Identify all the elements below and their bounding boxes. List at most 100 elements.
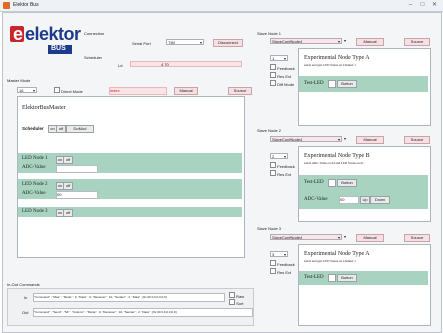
slave-2-down-button[interactable]: Down bbox=[370, 196, 390, 204]
maximize-button[interactable]: □ bbox=[417, 1, 428, 9]
master-scheduler-off[interactable]: off bbox=[56, 125, 66, 133]
led-node-1-label: LED Node 1 bbox=[22, 156, 48, 161]
sort-label: Sort bbox=[236, 301, 244, 306]
master-default-button[interactable]: DoMod bbox=[66, 125, 94, 133]
window-title: Elektor Bus bbox=[13, 2, 39, 8]
scheduler-label: Ld bbox=[118, 63, 123, 68]
chevron-down-icon: ▾ bbox=[344, 234, 347, 239]
slave-1-resext-label: Res Ext bbox=[277, 74, 292, 79]
slave-3-led-row: Test-LED Button bbox=[299, 271, 428, 285]
slave-1-addr-select[interactable]: 1 ▾ bbox=[270, 55, 288, 61]
sort-checkbox[interactable] bbox=[229, 299, 235, 305]
app-icon bbox=[3, 2, 10, 9]
slave-3-desc: sends and gets LED Status on Channel 1 bbox=[304, 259, 356, 263]
slave-2-select[interactable]: SlaveConfNode4 ▾ bbox=[270, 136, 342, 142]
slave-1-feedback-label: Feedback bbox=[277, 66, 295, 71]
chevron-down-icon: ▾ bbox=[199, 40, 202, 45]
minimize-button[interactable]: – bbox=[405, 1, 416, 9]
slave-1-source-button[interactable]: Source bbox=[404, 38, 430, 46]
slave-1-select[interactable]: SlaveConfNode4 ▾ bbox=[270, 38, 342, 44]
chevron-down-icon: ▾ bbox=[344, 136, 347, 141]
slave-2-adc-label: ADC-Value bbox=[304, 197, 328, 202]
slave-1-desc: sends and gets LED Status on Channel 1 bbox=[304, 63, 356, 67]
led-node-3-row: LED Node 3 on off bbox=[18, 207, 242, 217]
raw-checkbox[interactable] bbox=[229, 292, 235, 298]
direct-mode-label: Direct Mode bbox=[61, 89, 83, 94]
master-mode-select[interactable]: 16 ▾ bbox=[17, 87, 37, 93]
in-label: In bbox=[24, 295, 28, 300]
slave-2-adc-field[interactable]: 00 bbox=[339, 196, 359, 204]
connection-title: Connection bbox=[84, 31, 105, 36]
slave-1-feedback-checkbox[interactable] bbox=[270, 64, 276, 70]
chevron-down-icon: ▾ bbox=[283, 252, 286, 257]
chevron-down-icon: ▾ bbox=[283, 154, 286, 159]
slave-3-resext-checkbox[interactable] bbox=[270, 268, 276, 274]
chevron-down-icon: ▾ bbox=[337, 137, 340, 142]
slave-3-manual-button[interactable]: Manual bbox=[356, 234, 384, 242]
slave-1-manual-button[interactable]: Manual bbox=[356, 38, 384, 46]
scheduler-title: Scheduler bbox=[84, 55, 103, 60]
slave-2-heading: Experimental Node Type B bbox=[304, 153, 370, 159]
adc-1-field[interactable] bbox=[56, 165, 98, 173]
scheduler-field[interactable]: 4 70 bbox=[130, 61, 242, 67]
slave-3-select[interactable]: SlaveConfNode4 ▾ bbox=[270, 234, 342, 240]
slave-2-source-button[interactable]: Source bbox=[404, 136, 430, 144]
serial-port-select[interactable]: TIM ▾ bbox=[166, 39, 204, 45]
slave-2-feedback-checkbox[interactable] bbox=[270, 162, 276, 168]
slave-1-led-row: Test-LED Button bbox=[299, 76, 428, 92]
led-node-1-row: LED Node 1 on off ADC-Value bbox=[18, 153, 242, 173]
master-content-box: ElektorBusMaster Scheduler on off DoMod … bbox=[17, 96, 245, 258]
led-node-2-off[interactable]: off bbox=[63, 182, 73, 190]
in-field[interactable]: "Command" : "Mas" : "Mode" : 0, "Data" :… bbox=[33, 293, 225, 302]
led-node-3-label: LED Node 3 bbox=[22, 209, 48, 214]
master-scheduler-label: Scheduler bbox=[22, 126, 44, 131]
slave-2-up-button[interactable]: Up bbox=[360, 196, 370, 204]
slave-3-source-button[interactable]: Source bbox=[404, 234, 430, 242]
slave-1-button[interactable]: Button bbox=[337, 80, 357, 88]
slave-2-manual-button[interactable]: Manual bbox=[356, 136, 384, 144]
adc-2-field[interactable]: 00 bbox=[56, 191, 98, 199]
chevron-down-icon: ▾ bbox=[283, 56, 286, 61]
slave-2-button[interactable]: Button bbox=[337, 179, 357, 187]
slave-2-title: Slave Node 2 bbox=[257, 128, 282, 133]
chevron-down-icon: ▾ bbox=[337, 235, 340, 240]
logo-sub: BUS bbox=[51, 45, 66, 52]
slave-2-resext-checkbox[interactable] bbox=[270, 170, 276, 176]
adc-2-label: ADC-Value bbox=[22, 191, 46, 196]
slave-1-heading: Experimental Node Type A bbox=[304, 55, 370, 61]
led-node-1-off[interactable]: off bbox=[63, 156, 73, 164]
slave-3-led-label: Test-LED bbox=[304, 275, 324, 280]
slave-3-content: Experimental Node Type A sends and gets … bbox=[298, 244, 431, 326]
slave-3-button[interactable]: Button bbox=[337, 274, 357, 282]
master-mode-title: Master Mode bbox=[7, 78, 31, 83]
master-manual-button[interactable]: Manual bbox=[174, 87, 198, 95]
master-source-button[interactable]: Source bbox=[228, 87, 252, 95]
direct-mode-checkbox[interactable] bbox=[54, 87, 60, 93]
master-command-field[interactable]: index bbox=[109, 87, 167, 95]
serial-port-label: Serial Port bbox=[132, 41, 151, 46]
slave-2-led-label: Test-LED bbox=[304, 180, 324, 185]
slave-3-led-indicator bbox=[328, 274, 336, 282]
slave-1-led-indicator bbox=[328, 80, 336, 88]
led-node-2-label: LED Node 2 bbox=[22, 182, 48, 187]
out-field[interactable]: "Command" : "Send" : "Mi" : "Column" : "… bbox=[33, 308, 253, 317]
slave-1-diffmode-checkbox[interactable] bbox=[270, 80, 276, 86]
slave-1-resext-checkbox[interactable] bbox=[270, 72, 276, 78]
slave-2-led-row: Test-LED Button ADC-Value 00 Up Down bbox=[299, 175, 428, 209]
close-button[interactable]: ✕ bbox=[429, 1, 440, 9]
title-bar: Elektor Bus – □ ✕ bbox=[0, 0, 443, 12]
slave-2-resext-label: Res Ext bbox=[277, 172, 292, 177]
slave-1-content: Experimental Node Type A sends and gets … bbox=[298, 48, 431, 126]
slave-3-addr-select[interactable]: 3 ▾ bbox=[270, 251, 288, 257]
out-label: Out bbox=[22, 310, 29, 315]
slave-3-feedback-checkbox[interactable] bbox=[270, 260, 276, 266]
disconnect-button[interactable]: Disconnect bbox=[213, 39, 243, 47]
led-node-3-off[interactable]: off bbox=[63, 209, 73, 217]
slave-3-resext-label: Res Ext bbox=[277, 270, 292, 275]
slave-1-title: Slave Node 1 bbox=[257, 31, 282, 36]
slave-2-feedback-label: Feedback bbox=[277, 164, 295, 169]
slave-2-addr-select[interactable]: 2 ▾ bbox=[270, 153, 288, 159]
slave-2-content: Experimental Node Type B sends ADC-Value… bbox=[298, 146, 431, 222]
chevron-down-icon: ▾ bbox=[337, 39, 340, 44]
slave-1-led-label: Test-LED bbox=[304, 81, 324, 86]
